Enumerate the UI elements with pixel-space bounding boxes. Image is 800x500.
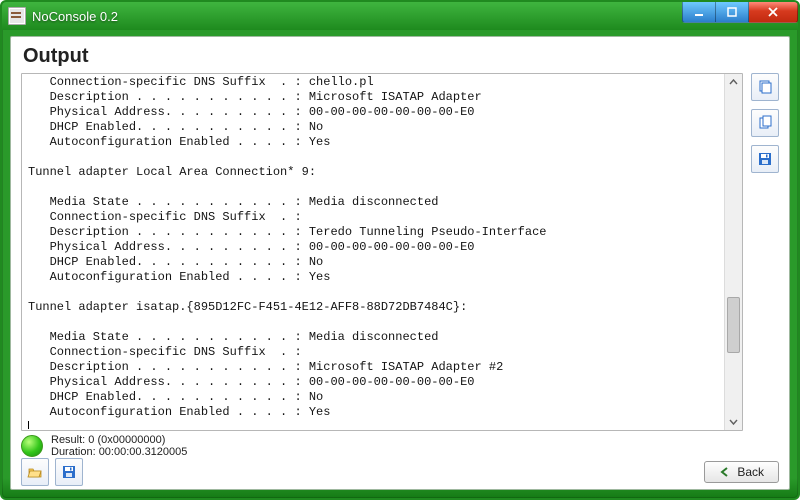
output-text: Connection-specific DNS Suffix . : chell… xyxy=(28,75,724,429)
floppy-icon xyxy=(757,151,773,167)
vertical-scrollbar[interactable] xyxy=(724,74,742,430)
open-button[interactable] xyxy=(21,458,49,486)
window-controls xyxy=(682,2,798,22)
app-icon xyxy=(8,7,26,25)
status-row: Result: 0 (0x00000000) Duration: 00:00:0… xyxy=(21,433,779,459)
minimize-button[interactable] xyxy=(682,2,716,23)
status-duration: Duration: 00:00:00.3120005 xyxy=(51,446,187,458)
back-button[interactable]: Back xyxy=(704,461,779,483)
copy-button[interactable] xyxy=(751,109,779,137)
maximize-icon xyxy=(727,7,737,17)
close-icon xyxy=(767,7,779,17)
side-toolbar xyxy=(751,73,779,431)
folder-open-icon xyxy=(27,464,43,480)
save-button[interactable] xyxy=(55,458,83,486)
app-window: NoConsole 0.2 Output Connection-specific… xyxy=(0,0,800,500)
copy-icon xyxy=(757,115,773,131)
bottom-row: Back xyxy=(21,459,779,485)
copy-all-button[interactable] xyxy=(751,73,779,101)
scroll-thumb[interactable] xyxy=(727,297,740,353)
panel-heading: Output xyxy=(23,45,779,68)
client-area: Output Connection-specific DNS Suffix . … xyxy=(10,36,790,490)
bottom-left-buttons xyxy=(21,458,83,486)
text-cursor xyxy=(28,421,29,429)
floppy-icon xyxy=(61,464,77,480)
minimize-icon xyxy=(694,7,704,17)
chevron-down-icon xyxy=(729,417,738,426)
panel-body: Connection-specific DNS Suffix . : chell… xyxy=(21,73,779,431)
scroll-track[interactable] xyxy=(725,91,742,413)
output-panel: Output Connection-specific DNS Suffix . … xyxy=(11,37,789,489)
scroll-down-button[interactable] xyxy=(725,413,742,430)
maximize-button[interactable] xyxy=(716,2,749,23)
back-arrow-icon xyxy=(719,466,731,478)
status-result: Result: 0 (0x00000000) xyxy=(51,434,187,446)
window-title: NoConsole 0.2 xyxy=(32,9,118,24)
back-button-label: Back xyxy=(737,465,764,479)
output-textbox[interactable]: Connection-specific DNS Suffix . : chell… xyxy=(21,73,743,431)
close-button[interactable] xyxy=(749,2,798,23)
titlebar[interactable]: NoConsole 0.2 xyxy=(2,2,798,30)
status-indicator-icon xyxy=(21,435,43,457)
scroll-up-button[interactable] xyxy=(725,74,742,91)
chevron-up-icon xyxy=(729,78,738,87)
status-text: Result: 0 (0x00000000) Duration: 00:00:0… xyxy=(51,434,187,458)
copy-stack-icon xyxy=(757,79,773,95)
save-output-button[interactable] xyxy=(751,145,779,173)
